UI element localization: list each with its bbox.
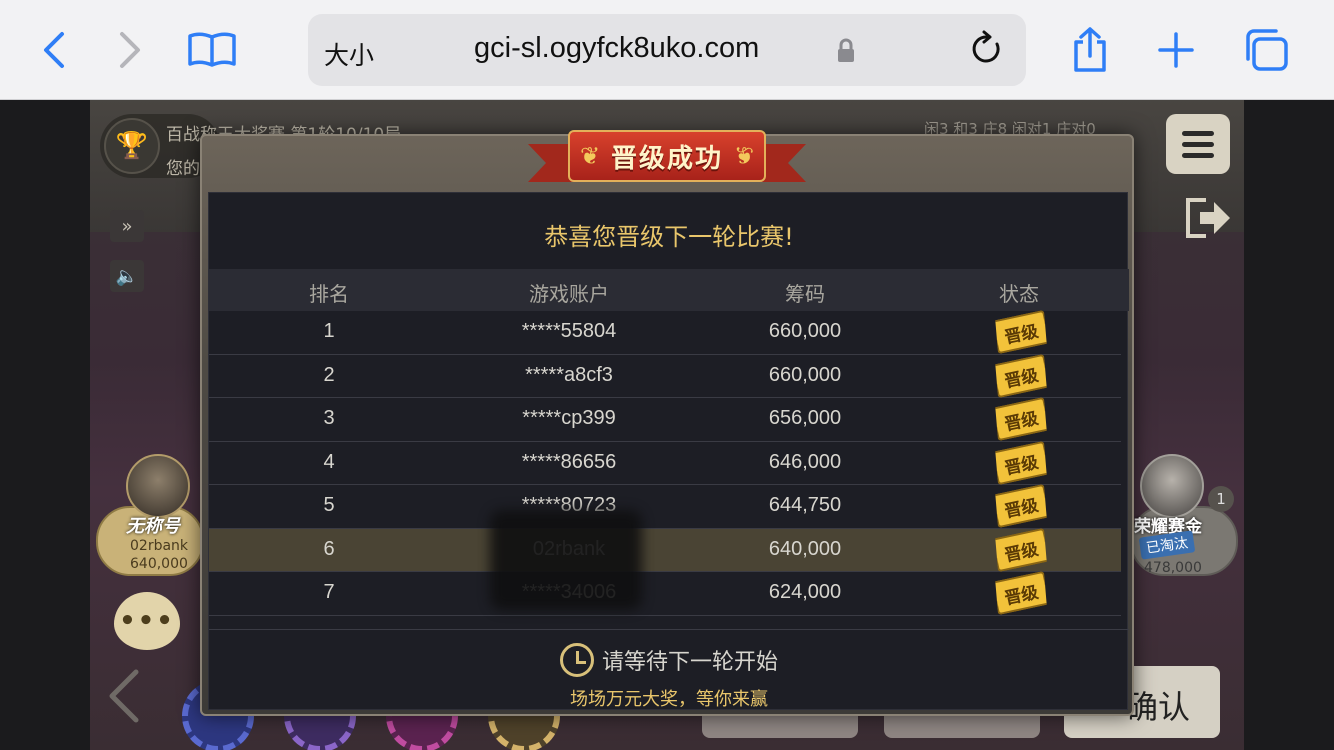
back-button[interactable] [26,22,82,78]
player-chips: 478,000 [1144,560,1202,576]
menu-icon-bar [1182,152,1214,158]
column-header-status: 状态 [999,282,1039,306]
player-name: 02rbank [130,538,189,554]
avatar [126,454,190,518]
chat-bubble-icon: ••• [119,606,175,636]
promoted-badge: 晋级 [991,310,1051,354]
chevron-left-icon [44,32,64,68]
chips-cell: 624,000 [768,581,842,603]
account-cell: *****cp399 [522,407,616,429]
lock-icon [838,38,854,62]
rank-cell: 3 [323,407,335,429]
promoted-badge: 晋级 [991,571,1051,615]
player-title: 无称号 [126,516,180,537]
rank-cell: 4 [323,450,335,473]
share-icon [1074,27,1106,72]
chips-cell: 660,000 [768,363,842,386]
rank-cell: 6 [323,537,335,560]
account-cell: *****55804 [521,320,617,342]
browser-toolbar: 大小 gci-sl.ogyfck8uko.com [0,0,1334,100]
menu-icon-bar [1182,130,1214,136]
player-chips: 640,000 [130,556,188,572]
table-row: 1 *****55804 660,000 晋级 [209,311,1121,355]
redaction-blur [490,510,642,610]
column-header-chips: 筹码 [785,282,825,306]
trophy-icon[interactable]: 🏆 [104,118,160,174]
wait-status: 请等待下一轮开始 [209,643,1129,677]
confirm-label: 确认 [1126,688,1191,726]
game-left-margin [0,100,90,750]
chevron-right-icon [120,32,140,68]
game-right-margin [1244,100,1334,750]
address-bar[interactable]: 大小 gci-sl.ogyfck8uko.com [308,14,1026,86]
menu-icon-bar [1182,141,1214,147]
seat-number-badge: 1 [1208,486,1234,512]
tournament-subtext: 您的 [166,159,200,179]
table-row: 602rbank640,000晋级 [209,527,1121,572]
chips-cell: 646,000 [768,450,842,473]
sound-button[interactable]: 🔈 [110,260,144,292]
wait-text: 请等待下一轮开始 [601,650,778,675]
promotion-modal: 恭喜您晋级下一轮比赛! 排名 游戏账户 筹码 状态 1 *****55804 660… [200,134,1134,716]
chat-button[interactable]: ••• [114,592,180,650]
divider [209,629,1129,630]
chips-cell: 640,000 [768,537,842,560]
account-cell: *****a8cf3 [525,363,613,386]
promoted-badge: 晋级 [991,440,1051,484]
chips-cell: 660,000 [768,320,842,342]
share-button[interactable] [1062,22,1118,78]
table-row: 2 *****a8cf3 660,000 晋级 [209,353,1121,398]
rank-cell: 2 [323,363,335,386]
expand-button[interactable]: » [110,210,144,242]
banner-title: 晋级成功 [610,143,723,174]
exit-icon[interactable] [1184,196,1232,240]
modal-body: 恭喜您晋级下一轮比赛! 排名 游戏账户 筹码 状态 1 *****55804 660… [208,192,1129,710]
ranking-table-header: 排名 游戏账户 筹码 状态 [209,269,1129,311]
book-icon [188,32,236,67]
table-row: 4 *****86656 646,000 晋级 [209,440,1121,485]
avatar [1140,454,1204,518]
account-cell: *****86656 [521,450,617,473]
new-tab-button[interactable] [1148,22,1204,78]
promoted-badge: 晋级 [991,353,1051,397]
table-row: 5 *****80723 644,750 晋级 [209,485,1121,529]
url-text: gci-sl.ogyfck8uko.com [474,32,760,64]
plus-icon [1158,32,1194,68]
promoted-badge: 晋级 [991,527,1051,571]
table-row: 3 *****cp399 656,000 晋级 [209,398,1121,442]
promoted-badge: 晋级 [991,484,1051,528]
bookmarks-button[interactable] [184,22,240,78]
tabs-icon [1246,29,1288,71]
speaker-icon: 🔈 [115,265,139,287]
column-header-account: 游戏账户 [529,282,609,306]
forward-button[interactable] [102,22,158,78]
double-chevron-icon: » [121,215,133,237]
menu-button[interactable] [1166,114,1230,174]
table-row: 7*****34006624,000晋级 [209,572,1121,616]
clock-icon [559,643,594,677]
chevron-left-icon[interactable] [104,666,144,726]
title-banner: ❦ ❦ 晋级成功 [528,130,806,186]
text-size-button[interactable]: 大小 [324,36,374,72]
reload-icon[interactable] [970,30,1004,68]
promo-text: 场场万元大奖，等你来赢 [570,689,768,710]
congrats-message: 恭喜您晋级下一轮比赛! [544,223,794,251]
chips-cell: 656,000 [768,407,842,429]
rank-cell: 7 [323,581,335,603]
promoted-badge: 晋级 [991,397,1051,441]
chips-cell: 644,750 [768,494,842,516]
tabs-button[interactable] [1238,22,1294,78]
rank-cell: 1 [323,320,335,342]
column-header-rank: 排名 [309,282,349,306]
rank-cell: 5 [323,494,335,516]
